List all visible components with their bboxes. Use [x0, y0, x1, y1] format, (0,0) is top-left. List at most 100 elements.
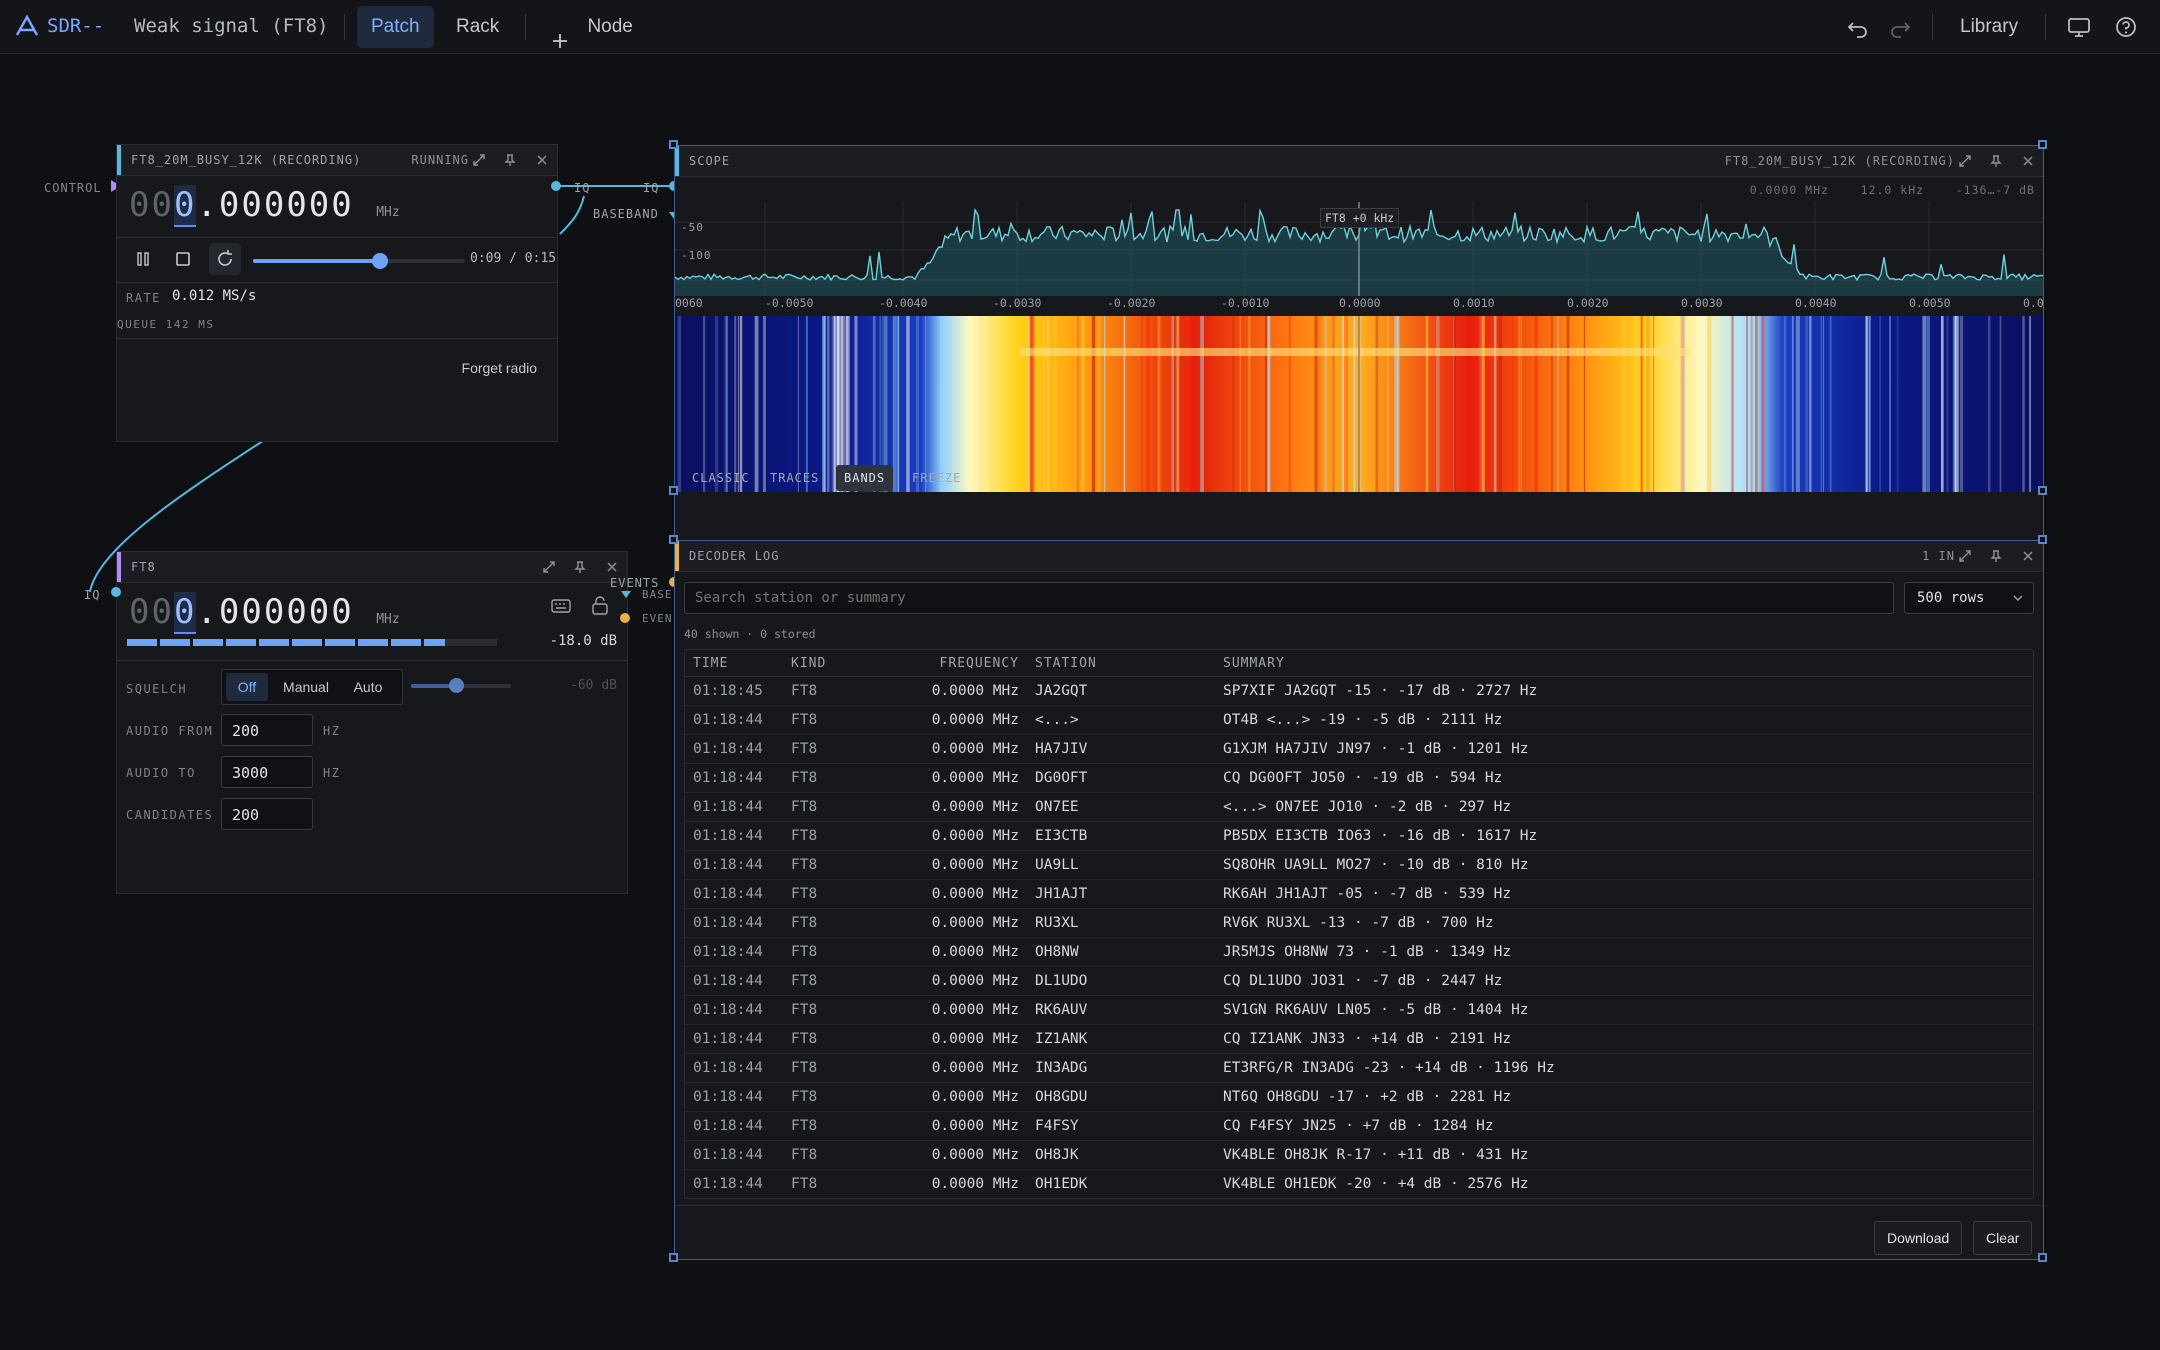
- table-row[interactable]: 01:18:44 FT8 0.0000 MHz UA9LL SQ8OHR UA9LL M…: [685, 850, 2033, 880]
- table-row[interactable]: 01:18:44 FT8 0.0000 MHz IZ1ANK CQ IZ1ANK JN3…: [685, 1024, 2033, 1054]
- table-row[interactable]: 01:18:45 FT8 0.0000 MHz JA2GQT SP7XIF JA2GQT…: [685, 676, 2033, 706]
- resize-handle[interactable]: [2038, 1253, 2047, 1262]
- table-row[interactable]: 01:18:44 FT8 0.0000 MHz IN3ADG ET3RFG/R IN3A…: [685, 1053, 2033, 1083]
- freq-cursor-digit[interactable]: 0: [173, 185, 197, 227]
- keyboard-icon[interactable]: [551, 598, 571, 618]
- expand-icon[interactable]: [472, 153, 486, 167]
- resize-handle[interactable]: [669, 535, 678, 544]
- lock-icon[interactable]: [591, 595, 609, 619]
- squelch-slider[interactable]: [411, 678, 511, 693]
- pin-icon[interactable]: [503, 153, 517, 167]
- resize-handle[interactable]: [2038, 140, 2047, 149]
- table-row[interactable]: 01:18:44 FT8 0.0000 MHz JH1AJT RK6AH JH1AJT …: [685, 879, 2033, 909]
- log-table-container[interactable]: TIME KIND FREQUENCY STATION SUMMARY 01:1…: [684, 649, 2034, 1199]
- table-row[interactable]: 01:18:44 FT8 0.0000 MHz HA7JIV G1XJM HA7JIV …: [685, 734, 2033, 764]
- table-row[interactable]: 01:18:44 FT8 0.0000 MHz DL1UDO CQ DL1UDO JO3…: [685, 966, 2033, 996]
- squelch-manual-button[interactable]: Manual: [276, 673, 336, 701]
- freq-cursor-digit[interactable]: 0: [173, 592, 197, 634]
- resize-handle[interactable]: [2038, 535, 2047, 544]
- ft8-events-out-port[interactable]: [620, 613, 630, 623]
- close-icon[interactable]: [605, 560, 619, 574]
- table-row[interactable]: 01:18:44 FT8 0.0000 MHz OH8NW JR5MJS OH8NW 7…: [685, 937, 2033, 967]
- squelch-thumb[interactable]: [449, 678, 464, 693]
- stop-button[interactable]: [167, 243, 199, 275]
- download-button[interactable]: Download: [1874, 1221, 1963, 1255]
- column-header-kind[interactable]: KIND: [783, 650, 893, 677]
- source-iq-out-port[interactable]: [551, 181, 561, 191]
- close-icon[interactable]: [2021, 154, 2035, 168]
- loop-button[interactable]: [209, 243, 241, 275]
- display-icon[interactable]: [2065, 13, 2093, 41]
- pin-icon[interactable]: [1989, 154, 2003, 168]
- pause-button[interactable]: [127, 243, 159, 275]
- waterfall-streak: [1033, 316, 1035, 492]
- library-button[interactable]: Library: [1960, 0, 2018, 53]
- add-node-button[interactable]: Node: [552, 0, 633, 53]
- rows-select[interactable]: 500 rows: [1904, 582, 2034, 614]
- ft8-panel-header[interactable]: FT8: [117, 552, 627, 583]
- frequency-display[interactable]: 000.000000 MHz: [129, 185, 400, 227]
- pin-icon[interactable]: [573, 560, 587, 574]
- frequency-display[interactable]: 000.000000 MHz: [129, 592, 400, 634]
- table-row[interactable]: 01:18:44 FT8 0.0000 MHz ON7EE <...> ON7EE JO…: [685, 792, 2033, 822]
- column-header-summary[interactable]: SUMMARY: [1215, 650, 2033, 677]
- expand-icon[interactable]: [542, 560, 556, 574]
- column-header-time[interactable]: TIME: [685, 650, 783, 677]
- playback-slider[interactable]: [253, 253, 465, 269]
- ft8-iq-in-port[interactable]: [111, 587, 121, 597]
- audio-to-input[interactable]: 3000: [221, 756, 313, 788]
- tab-rack[interactable]: Rack: [442, 6, 513, 48]
- cell-time: 01:18:44: [685, 908, 783, 938]
- audio-from-unit: HZ: [323, 724, 341, 738]
- tab-patch[interactable]: Patch: [357, 6, 434, 48]
- close-icon[interactable]: [535, 153, 549, 167]
- mode-bands-button[interactable]: BANDS: [836, 465, 894, 491]
- expand-icon[interactable]: [1958, 549, 1972, 563]
- pin-icon[interactable]: [1989, 549, 2003, 563]
- table-row[interactable]: 01:18:44 FT8 0.0000 MHz F4FSY CQ F4FSY JN25 …: [685, 1111, 2033, 1141]
- rows-select-value: 500 rows: [1917, 590, 1985, 606]
- table-row[interactable]: 01:18:44 FT8 0.0000 MHz OH8JK VK4BLE OH8JK R…: [685, 1140, 2033, 1170]
- table-row[interactable]: 01:18:44 FT8 0.0000 MHz RK6AUV SV1GN RK6AUV …: [685, 995, 2033, 1025]
- table-row[interactable]: 01:18:44 FT8 0.0000 MHz OH1EDK VK4BLE OH1EDK…: [685, 1169, 2033, 1198]
- patch-canvas[interactable]: CONTROL IQ BASEBAND IQ IQ FT8_20M_BUSY_1…: [0, 54, 2160, 1350]
- resize-handle[interactable]: [669, 140, 678, 149]
- panel-header-icons: [534, 559, 619, 575]
- audio-from-input[interactable]: 200: [221, 714, 313, 746]
- redo-icon[interactable]: [1886, 13, 1914, 41]
- resize-handle[interactable]: [669, 1253, 678, 1262]
- resize-handle[interactable]: [669, 486, 678, 495]
- squelch-off-button[interactable]: Off: [226, 673, 268, 701]
- waterfall-streak: [1239, 316, 1241, 492]
- mode-freeze-button[interactable]: FREEZE: [904, 465, 969, 491]
- source-panel-header[interactable]: FT8_20M_BUSY_12K (RECORDING) RUNNING: [117, 145, 557, 176]
- help-icon[interactable]: [2112, 13, 2140, 41]
- undo-icon[interactable]: [1844, 13, 1872, 41]
- squelch-auto-button[interactable]: Auto: [342, 673, 394, 701]
- mode-classic-button[interactable]: CLASSIC: [684, 465, 758, 491]
- marker-label[interactable]: FT8 +0 kHz: [1320, 208, 1400, 228]
- playback-thumb[interactable]: [372, 253, 389, 269]
- project-title[interactable]: Weak signal (FT8): [134, 0, 328, 53]
- accent-bar: [675, 541, 679, 571]
- column-header-frequency[interactable]: FREQUENCY: [893, 650, 1027, 677]
- table-row[interactable]: 01:18:44 FT8 0.0000 MHz <...> OT4B <...> -19…: [685, 705, 2033, 735]
- baseband-port[interactable]: [621, 591, 631, 598]
- table-row[interactable]: 01:18:44 FT8 0.0000 MHz EI3CTB PB5DX EI3CTB …: [685, 821, 2033, 851]
- app-name[interactable]: SDR--: [47, 0, 104, 53]
- table-row[interactable]: 01:18:44 FT8 0.0000 MHz OH8GDU NT6Q OH8GDU -…: [685, 1082, 2033, 1112]
- table-row[interactable]: 01:18:44 FT8 0.0000 MHz DG0OFT CQ DG0OFT JO5…: [685, 763, 2033, 793]
- column-header-station[interactable]: STATION: [1027, 650, 1215, 677]
- resize-handle[interactable]: [2038, 486, 2047, 495]
- table-row[interactable]: 01:18:44 FT8 0.0000 MHz RU3XL RV6K RU3XL -13…: [685, 908, 2033, 938]
- mode-traces-button[interactable]: TRACES: [762, 465, 827, 491]
- cell-frequency: 0.0000 MHz: [893, 1111, 1027, 1141]
- clear-button[interactable]: Clear: [1973, 1221, 2033, 1255]
- scope-panel-header[interactable]: SCOPE FT8_20M_BUSY_12K (RECORDING): [675, 146, 2043, 177]
- expand-icon[interactable]: [1958, 154, 1972, 168]
- close-icon[interactable]: [2021, 549, 2035, 563]
- forget-radio-button[interactable]: Forget radio: [462, 360, 537, 376]
- log-panel-header[interactable]: DECODER LOG 1 IN: [675, 541, 2043, 572]
- candidates-input[interactable]: 200: [221, 798, 313, 830]
- search-input[interactable]: [684, 582, 1894, 614]
